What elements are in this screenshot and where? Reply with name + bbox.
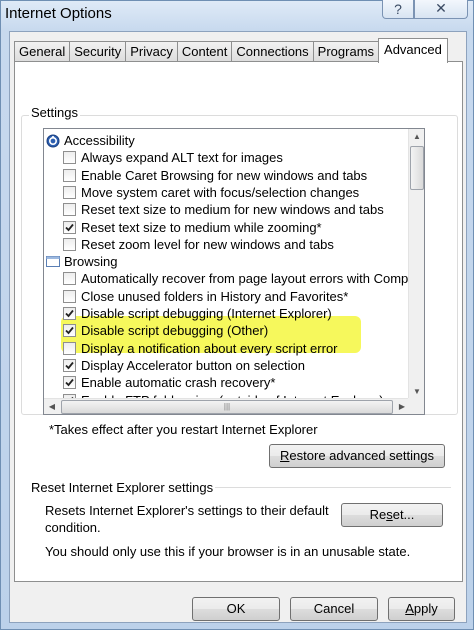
checkbox-unchecked[interactable] — [63, 289, 76, 303]
title-bar[interactable]: Internet Options ? ✕ — [1, 0, 474, 31]
checkbox-unchecked[interactable] — [63, 185, 76, 199]
settings-tree-viewport: Accessibility Always expand ALT text for … — [44, 129, 410, 400]
tree-item-label: Move system caret with focus/selection c… — [81, 184, 360, 200]
restore-label-post: estore advanced settings — [289, 448, 434, 463]
tab-content[interactable]: Content — [176, 41, 233, 62]
ok-button[interactable]: OK — [192, 597, 280, 621]
close-icon: ✕ — [435, 0, 447, 16]
tree-item-label: Always expand ALT text for images — [81, 150, 283, 166]
restore-advanced-settings-button[interactable]: Restore advanced settings — [269, 444, 445, 468]
vertical-scroll-thumb[interactable] — [410, 146, 424, 190]
accessibility-icon — [46, 134, 60, 148]
window-title: Internet Options — [5, 5, 112, 22]
apply-label-accel: A — [405, 601, 414, 616]
checkbox-unchecked[interactable] — [63, 168, 76, 182]
close-button[interactable]: ✕ — [414, 0, 468, 19]
checkbox-checked[interactable] — [63, 376, 76, 390]
apply-button[interactable]: Apply — [388, 597, 455, 621]
dialog-client-area: General Security Privacy Content Connect… — [9, 31, 467, 623]
checkbox-checked[interactable] — [63, 358, 76, 372]
restore-label-accel: R — [280, 448, 290, 463]
internet-options-window: Internet Options ? ✕ General Security Pr… — [0, 0, 474, 630]
reset-group-divider — [215, 487, 451, 488]
tree-item-label: Disable script debugging (Other) — [81, 323, 269, 339]
tree-item-label: Display Accelerator button on selection — [81, 357, 306, 373]
reset-warning: You should only use this if your browser… — [45, 544, 411, 559]
tree-item-label: Reset text size to medium while zooming* — [81, 219, 322, 235]
tab-programs[interactable]: Programs — [312, 41, 380, 62]
checkbox-unchecked[interactable] — [63, 272, 76, 286]
vertical-scrollbar[interactable]: ▲ ▼ — [408, 129, 424, 400]
scroll-corner — [408, 398, 424, 414]
checkbox-checked[interactable] — [63, 324, 76, 338]
reset-label-pre: Re — [369, 507, 387, 522]
browsing-icon — [46, 255, 60, 268]
tab-general[interactable]: General — [14, 41, 71, 62]
tree-item-label: Automatically recover from page layout e… — [81, 271, 410, 287]
checkbox-unchecked[interactable] — [63, 341, 76, 355]
horizontal-scroll-thumb[interactable]: ||| — [61, 400, 393, 414]
reset-button[interactable]: Reset... — [341, 503, 443, 527]
tab-privacy[interactable]: Privacy — [125, 41, 178, 62]
reset-description: Resets Internet Explorer's settings to t… — [45, 503, 329, 535]
tree-item-label: Reset zoom level for new windows and tab… — [81, 236, 334, 252]
settings-group-label: Settings — [29, 105, 80, 120]
tab-advanced[interactable]: Advanced — [378, 38, 448, 63]
tab-strip: General Security Privacy Content Connect… — [14, 38, 448, 63]
restart-note: *Takes effect after you restart Internet… — [49, 422, 318, 437]
cancel-button[interactable]: Cancel — [290, 597, 378, 621]
horizontal-scrollbar[interactable]: ◀ ||| ▶ — [44, 398, 410, 414]
scroll-left-icon[interactable]: ◀ — [44, 399, 60, 414]
tree-item-label: Enable automatic crash recovery* — [81, 375, 276, 391]
tree-item-label: Close unused folders in History and Favo… — [81, 288, 349, 304]
checkbox-unchecked[interactable] — [63, 203, 76, 217]
apply-label-post: pply — [413, 601, 438, 616]
advanced-tab-panel: Settings Accessibility Always expand ALT … — [14, 61, 463, 582]
tree-item-label: Disable script debugging (Internet Explo… — [81, 306, 332, 321]
scroll-up-icon[interactable]: ▲ — [409, 129, 424, 145]
tree-item-label: Reset text size to medium for new window… — [81, 202, 384, 218]
tree-item-label: Browsing — [64, 254, 118, 270]
help-icon: ? — [394, 0, 402, 17]
checkbox-checked[interactable] — [63, 307, 76, 320]
tab-connections[interactable]: Connections — [231, 41, 314, 62]
checkbox-unchecked[interactable] — [63, 237, 76, 251]
reset-label-post: et... — [392, 507, 415, 522]
settings-tree[interactable]: Accessibility Always expand ALT text for … — [43, 128, 425, 415]
reset-group-label: Reset Internet Explorer settings — [31, 480, 214, 495]
tree-item-label: Enable Caret Browsing for new windows an… — [81, 167, 368, 183]
tree-item-label: Accessibility — [64, 133, 135, 148]
checkbox-checked[interactable] — [63, 220, 76, 234]
help-button[interactable]: ? — [382, 0, 414, 19]
checkbox-unchecked[interactable] — [63, 151, 76, 165]
tab-security[interactable]: Security — [69, 41, 127, 62]
tree-item-label: Display a notification about every scrip… — [81, 340, 338, 356]
